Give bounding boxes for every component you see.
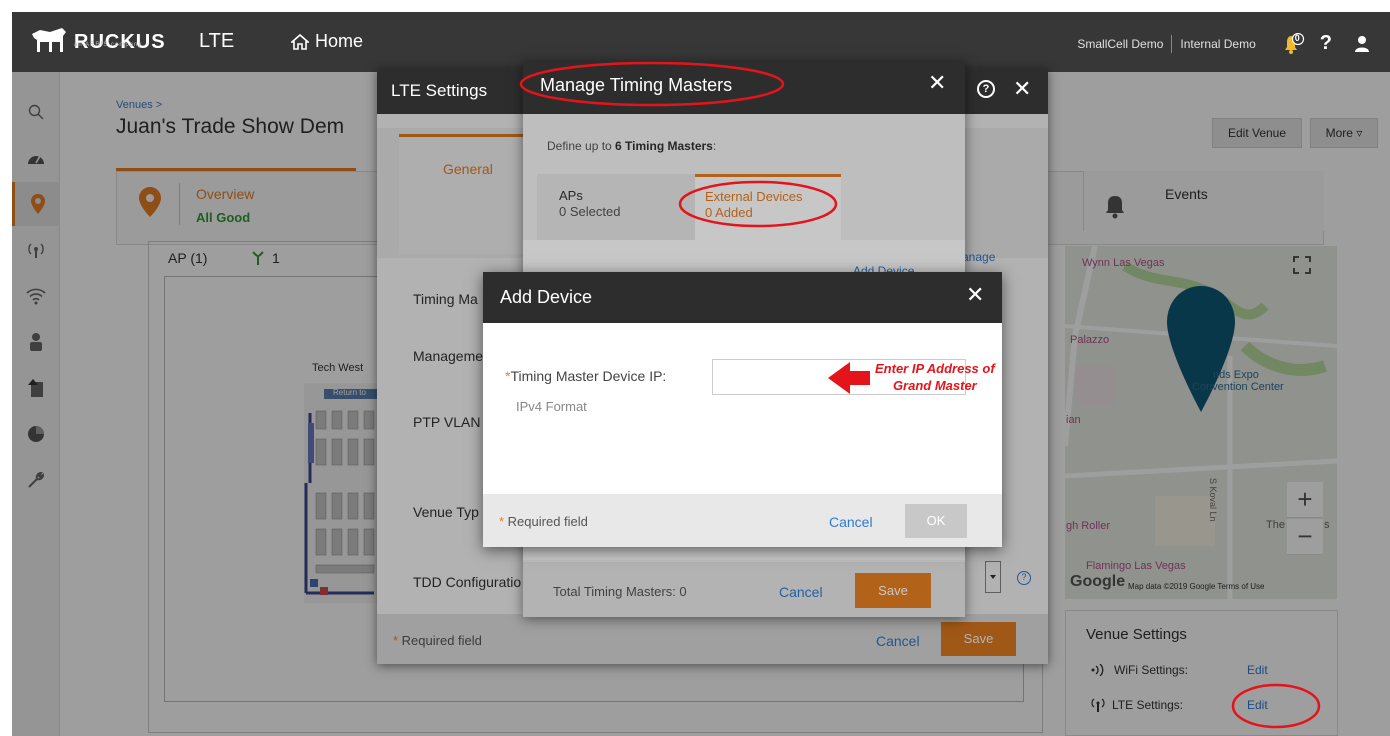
header-account-area: SmallCell Demo Internal Demo 0 ? <box>1077 32 1370 55</box>
header-divider <box>1171 34 1173 53</box>
ipv4-hint: IPv4 Format <box>516 399 587 414</box>
screen: RUCKUS an ARRIS company LTE Home SmallCe… <box>0 0 1390 736</box>
device-ip-label-text: Timing Master Device IP: <box>510 368 667 384</box>
product-name: LTE <box>199 30 235 52</box>
notifications-button[interactable]: 0 <box>1282 32 1306 55</box>
annotation-line-1: Enter IP Address of <box>875 361 995 376</box>
account-smallcell[interactable]: SmallCell Demo <box>1077 37 1163 51</box>
home-link[interactable]: Home <box>291 31 363 52</box>
notification-count: 0 <box>1294 32 1300 43</box>
brand-subtitle: an ARRIS company <box>74 42 143 48</box>
annotation-text: Enter IP Address of Grand Master <box>875 360 995 394</box>
user-icon[interactable] <box>1354 35 1370 53</box>
dialog-title: Manage Timing Masters <box>540 75 733 95</box>
help-icon[interactable]: ? <box>977 80 995 98</box>
home-icon <box>291 33 309 50</box>
bell-icon <box>1284 32 1304 54</box>
dog-logo-icon <box>32 28 66 52</box>
dialog-title: LTE Settings <box>391 81 488 100</box>
add-device-dialog: Add Device ✕ *Timing Master Device IP: I… <box>483 272 1002 547</box>
dialog-title: Add Device <box>500 287 593 307</box>
ok-button[interactable]: OK <box>905 504 967 538</box>
annotation-line-2: Grand Master <box>892 378 977 393</box>
cancel-button[interactable]: Cancel <box>829 514 873 530</box>
close-icon[interactable]: ✕ <box>966 282 984 308</box>
close-icon[interactable]: ✕ <box>1013 76 1031 102</box>
home-label: Home <box>315 31 364 51</box>
account-internal[interactable]: Internal Demo <box>1180 37 1255 51</box>
help-button[interactable]: ? <box>1320 32 1332 55</box>
close-icon[interactable]: ✕ <box>928 70 946 96</box>
required-note: * Required field <box>499 514 588 529</box>
required-note-text: Required field <box>507 514 588 529</box>
device-ip-label: *Timing Master Device IP: <box>505 368 667 384</box>
